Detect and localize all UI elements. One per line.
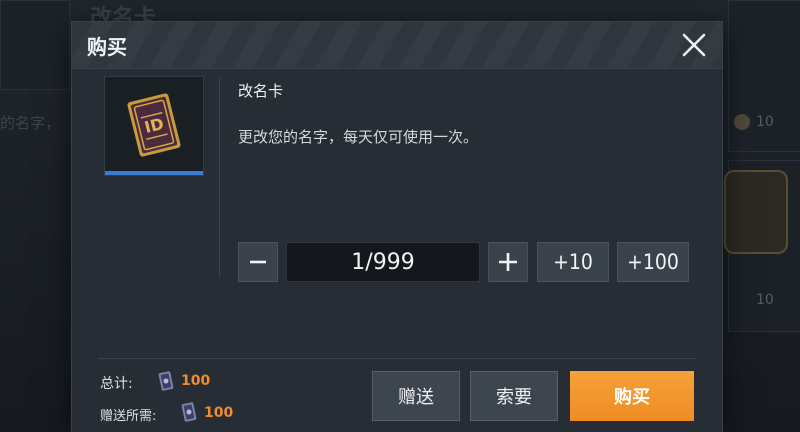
- background-emblem-icon: [724, 170, 788, 254]
- total-label: 总计:: [100, 376, 133, 392]
- quantity-field[interactable]: 1/999: [286, 242, 480, 282]
- background-price: 10: [756, 114, 774, 130]
- background-text: 的名字，: [0, 114, 61, 132]
- item-thumbnail: ID: [104, 76, 204, 176]
- rename-card-icon: ID: [127, 93, 181, 157]
- item-accent-bar: [105, 171, 203, 175]
- request-button[interactable]: 索要: [470, 371, 558, 421]
- buy-button[interactable]: 购买: [570, 371, 694, 421]
- purchase-dialog: 购买 ID 改名卡 更改您的名字，每天仅可使用一次。 1/999 +10 +10…: [72, 22, 722, 432]
- background-price: 10: [756, 292, 774, 308]
- close-button[interactable]: [680, 31, 708, 59]
- gift-required-label: 赠送所需:: [100, 409, 157, 424]
- item-description: 更改您的名字，每天仅可使用一次。: [238, 128, 479, 146]
- dialog-title: 购买: [87, 35, 127, 59]
- add-100-button[interactable]: +100: [617, 242, 689, 282]
- plus-icon: [499, 253, 517, 271]
- quantity-increase-button[interactable]: [488, 242, 528, 282]
- coupon-card-icon: [181, 402, 197, 422]
- coupon-card-icon: [158, 371, 174, 391]
- dialog-header: 购买: [72, 22, 722, 69]
- minus-icon: [250, 260, 266, 264]
- gift-button[interactable]: 赠送: [372, 371, 460, 421]
- background-coin-icon: [734, 114, 750, 130]
- item-name: 改名卡: [238, 82, 284, 100]
- quantity-decrease-button[interactable]: [238, 242, 278, 282]
- total-amount: 100: [181, 373, 211, 389]
- close-icon: [682, 33, 706, 57]
- horizontal-divider: [98, 358, 696, 359]
- add-10-button[interactable]: +10: [537, 242, 609, 282]
- gift-required-amount: 100: [204, 405, 234, 421]
- background-card: [0, 0, 70, 90]
- vertical-divider: [219, 78, 220, 278]
